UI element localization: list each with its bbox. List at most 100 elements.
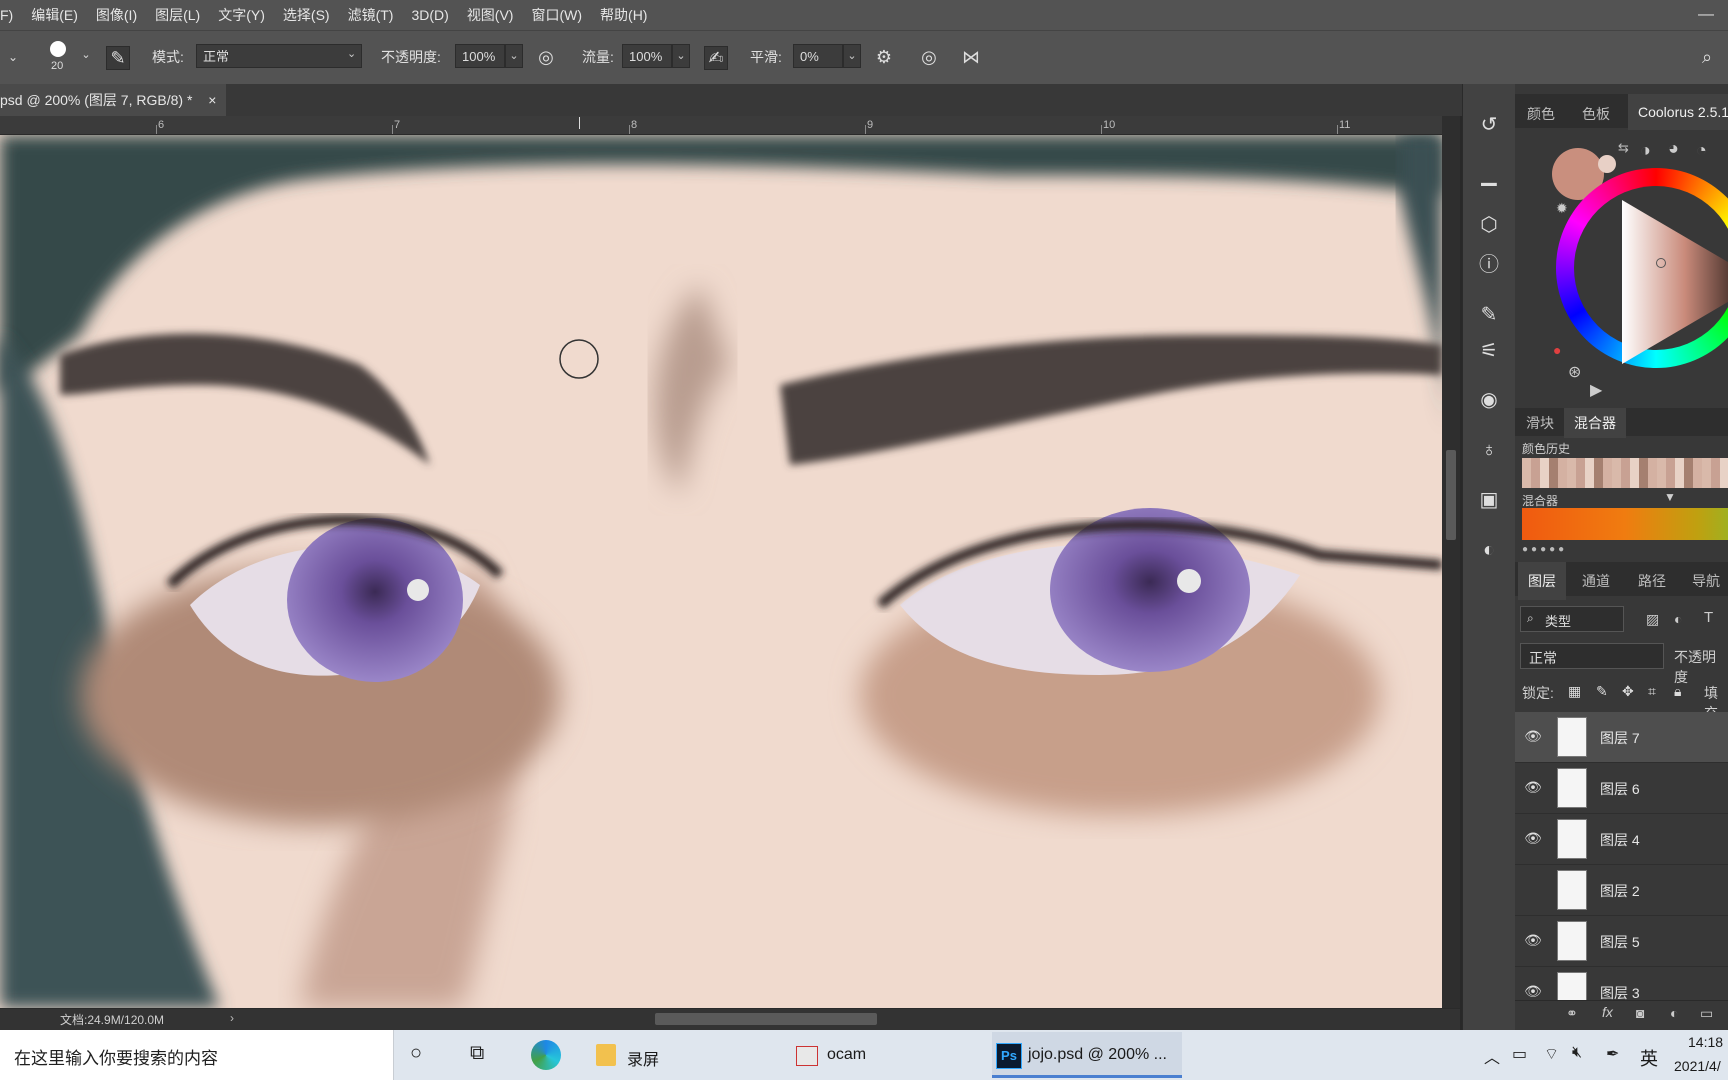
smoothing-input[interactable]: 0% — [793, 44, 843, 68]
tab-layers[interactable]: 图层 — [1518, 562, 1566, 600]
pen-icon[interactable]: ✒ — [1606, 1044, 1619, 1064]
wheel-mode-icon[interactable]: ◕ — [1668, 138, 1679, 159]
menu-help[interactable]: 帮助(H) — [591, 5, 656, 25]
wheel-mode-icon[interactable]: ◔ — [1696, 140, 1707, 161]
layer-thumbnail[interactable] — [1557, 768, 1587, 808]
document-tab[interactable]: psd @ 200% (图层 7, RGB/8) * × — [0, 84, 227, 116]
lock-artboard-icon[interactable]: ⌗ — [1648, 683, 1656, 700]
close-icon[interactable]: × — [208, 92, 216, 108]
tab-sliders[interactable]: 滑块 — [1526, 413, 1554, 433]
airbrush-icon[interactable]: ✍ — [704, 46, 728, 70]
menu-file[interactable]: F) — [0, 7, 22, 23]
window-minimize-button[interactable]: — — [1698, 6, 1714, 24]
menu-image[interactable]: 图像(I) — [87, 5, 146, 25]
settings-wheel-icon[interactable]: ⊛ — [1568, 362, 1581, 382]
menu-3d[interactable]: 3D(D) — [402, 7, 457, 23]
menu-type[interactable]: 文字(Y) — [209, 5, 274, 25]
tab-navigator[interactable]: 导航 — [1692, 571, 1720, 591]
menu-layer[interactable]: 图层(L) — [146, 5, 209, 25]
color-picker-marker[interactable] — [1656, 258, 1666, 268]
cortana-icon[interactable]: ○ — [410, 1042, 422, 1065]
book-icon[interactable]: ▣ — [1474, 485, 1504, 515]
task-view-icon[interactable]: ⧉ — [470, 1042, 484, 1065]
blend-mode-select[interactable]: 正常 — [1520, 643, 1664, 669]
tab-color[interactable]: 颜色 — [1527, 104, 1555, 124]
layer-thumbnail[interactable] — [1557, 717, 1587, 757]
adjustment-filter-icon[interactable]: ◐ — [1674, 611, 1682, 627]
mask-icon[interactable]: ◙ — [1636, 1005, 1644, 1021]
visibility-eye-icon[interactable]: 👁︎ — [1524, 779, 1542, 796]
contrast-icon[interactable]: ◐ — [1474, 535, 1504, 565]
flow-input[interactable]: 100% — [622, 44, 672, 68]
histogram-icon[interactable]: ▁ — [1474, 160, 1504, 190]
brush-preview-icon[interactable] — [50, 41, 66, 57]
mixer-gradient[interactable] — [1522, 508, 1728, 540]
tab-paths[interactable]: 路径 — [1638, 571, 1666, 591]
mode-select[interactable]: 正常 — [196, 44, 362, 68]
adjustment-layer-icon[interactable]: ◐ — [1670, 1005, 1678, 1021]
canvas[interactable] — [0, 135, 1442, 1008]
lock-paint-icon[interactable]: ✎ — [1596, 683, 1608, 700]
play-icon[interactable]: ▶ — [1590, 380, 1602, 400]
wheel-mode-icon[interactable]: ◑ — [1640, 140, 1651, 161]
gear-icon[interactable]: ⚙ — [873, 46, 895, 68]
tool-preset-dropdown-icon[interactable]: ⌄ — [2, 46, 24, 68]
search-icon[interactable]: ⌕ — [1696, 46, 1718, 68]
tab-channels[interactable]: 通道 — [1582, 571, 1610, 591]
opacity-input[interactable]: 100% — [455, 44, 505, 68]
smoothing-dropdown[interactable]: ⌄ — [843, 44, 861, 68]
visibility-eye-icon[interactable]: 👁︎ — [1524, 830, 1542, 847]
layer-name[interactable]: 图层 2 — [1600, 881, 1640, 901]
layer-name[interactable]: 图层 7 — [1600, 728, 1640, 748]
tab-coolorus[interactable]: Coolorus 2.5.1 — [1628, 94, 1728, 130]
menu-filter[interactable]: 滤镜(T) — [339, 5, 403, 25]
secondary-color-swatch[interactable] — [1598, 155, 1616, 173]
fx-icon[interactable]: fx — [1602, 1004, 1613, 1020]
mixer-dropdown-icon[interactable]: ▼ — [1664, 490, 1676, 504]
taskbar-app-label[interactable]: 录屏 — [627, 1046, 659, 1070]
menu-edit[interactable]: 编辑(E) — [22, 5, 87, 25]
taskbar-time[interactable]: 14:18 — [1688, 1034, 1723, 1050]
taskbar-date[interactable]: 2021/4/ — [1674, 1058, 1721, 1074]
brush-settings-strip-icon[interactable]: ⚟ — [1474, 336, 1504, 366]
type-filter-icon[interactable]: T — [1704, 609, 1713, 626]
lock-position-icon[interactable]: ✥ — [1622, 683, 1634, 700]
tab-mixer[interactable]: 混合器 — [1564, 408, 1626, 438]
group-folder-icon[interactable]: ▭ — [1700, 1005, 1713, 1022]
folder-icon[interactable] — [596, 1044, 616, 1066]
vertical-scroll-thumb[interactable] — [1446, 450, 1456, 540]
taskbar-app-label[interactable]: ocam — [827, 1046, 866, 1064]
tray-chevron-up-icon[interactable]: ︿ — [1484, 1044, 1500, 1068]
lightbulb-icon[interactable]: ♁ — [1474, 435, 1504, 465]
wifi-icon[interactable]: ⌔ — [1544, 1044, 1559, 1064]
brush-settings-icon[interactable]: ✎ — [106, 46, 130, 70]
battery-icon[interactable]: ▭ — [1512, 1044, 1527, 1064]
volume-muted-icon[interactable]: 🔇︎ — [1572, 1044, 1582, 1062]
pressure-opacity-icon[interactable]: ◎ — [535, 46, 557, 68]
mixer-dots[interactable]: ●●●●● — [1522, 544, 1567, 555]
image-filter-icon[interactable]: ▨ — [1646, 611, 1659, 628]
layer-filter-select[interactable]: ⌕ 类型 — [1520, 606, 1624, 632]
menu-select[interactable]: 选择(S) — [274, 5, 339, 25]
vertical-scrollbar[interactable] — [1442, 116, 1460, 1008]
flow-dropdown[interactable]: ⌄ — [672, 44, 690, 68]
brush-dropdown-icon[interactable]: ⌄ — [75, 44, 97, 66]
opacity-dropdown[interactable]: ⌄ — [505, 44, 523, 68]
history-icon[interactable]: ↺ — [1474, 110, 1504, 140]
status-arrow-icon[interactable]: › — [230, 1011, 234, 1025]
layer-thumbnail[interactable] — [1557, 870, 1587, 910]
ime-indicator[interactable]: 英 — [1640, 1045, 1658, 1071]
visibility-eye-icon[interactable]: 👁︎ — [1524, 983, 1542, 1000]
layer-thumbnail[interactable] — [1557, 921, 1587, 961]
adjustments-icon[interactable]: ◉ — [1474, 385, 1504, 415]
gamut-icon[interactable]: ● — [1553, 342, 1561, 358]
layer-name[interactable]: 图层 6 — [1600, 779, 1640, 799]
tab-swatches[interactable]: 色板 — [1582, 104, 1610, 124]
layer-name[interactable]: 图层 4 — [1600, 830, 1640, 850]
lock-all-icon[interactable]: 🔒︎ — [1674, 683, 1681, 700]
link-icon[interactable]: ⚭ — [1566, 1005, 1578, 1022]
menu-view[interactable]: 视图(V) — [458, 5, 523, 25]
document-status[interactable]: 文档:24.9M/120.0M — [60, 1011, 164, 1028]
ocam-icon[interactable] — [796, 1046, 818, 1066]
visibility-eye-icon[interactable]: 👁︎ — [1524, 932, 1542, 949]
